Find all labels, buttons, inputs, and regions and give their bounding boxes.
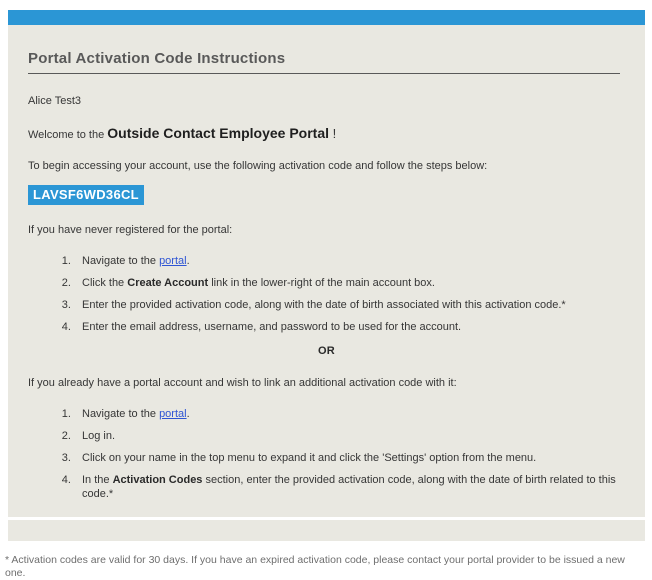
existing-account-steps: Navigate to the portal. Log in. Click on…: [28, 407, 625, 501]
step-text: Click the: [82, 277, 127, 289]
title-divider: [28, 73, 620, 74]
activation-code: LAVSF6WD36CL: [28, 185, 144, 205]
activation-codes-label: Activation Codes: [113, 474, 203, 486]
section-existing-heading: If you already have a portal account and…: [28, 376, 625, 390]
step-text: In the: [82, 474, 113, 486]
step-text: .: [187, 255, 190, 267]
step-text: Navigate to the: [82, 255, 159, 267]
step-text: Enter the email address, username, and p…: [82, 321, 461, 333]
list-item: Enter the provided activation code, alon…: [74, 298, 625, 312]
create-account-label: Create Account: [127, 277, 208, 289]
list-item: Enter the email address, username, and p…: [74, 320, 625, 334]
welcome-text: Welcome to the: [28, 129, 107, 141]
step-text: Click on your name in the top menu to ex…: [82, 452, 536, 464]
new-account-steps: Navigate to the portal. Click the Create…: [28, 254, 625, 334]
intro-line: To begin accessing your account, use the…: [28, 159, 625, 173]
email-document: Portal Activation Code Instructions Alic…: [0, 10, 652, 580]
footer-strip: [8, 520, 645, 541]
step-text: Navigate to the: [82, 408, 159, 420]
portal-link[interactable]: portal: [159, 408, 187, 420]
welcome-line: Welcome to the Outside Contact Employee …: [28, 124, 625, 144]
recipient-name: Alice Test3: [28, 94, 625, 108]
list-item: Click on your name in the top menu to ex…: [74, 451, 625, 465]
activation-code-row: LAVSF6WD36CL: [28, 185, 625, 205]
content-panel: Portal Activation Code Instructions Alic…: [8, 25, 645, 517]
top-accent-bar: [8, 10, 645, 25]
step-text: Log in.: [82, 430, 115, 442]
step-text: .: [187, 408, 190, 420]
or-divider: OR: [28, 344, 625, 358]
list-item: Click the Create Account link in the low…: [74, 276, 625, 290]
portal-link[interactable]: portal: [159, 255, 187, 267]
welcome-exclamation: !: [329, 126, 336, 141]
step-text: link in the lower-right of the main acco…: [208, 277, 435, 289]
list-item: Log in.: [74, 429, 625, 443]
section-new-heading: If you have never registered for the por…: [28, 223, 625, 237]
list-item: Navigate to the portal.: [74, 407, 625, 421]
list-item: Navigate to the portal.: [74, 254, 625, 268]
page-title: Portal Activation Code Instructions: [28, 49, 625, 68]
panel-bottom-spacer: [28, 509, 625, 515]
list-item: In the Activation Codes section, enter t…: [74, 473, 625, 501]
step-text: Enter the provided activation code, alon…: [82, 299, 566, 311]
footnote: * Activation codes are valid for 30 days…: [5, 554, 646, 580]
portal-name: Outside Contact Employee Portal: [107, 125, 329, 141]
